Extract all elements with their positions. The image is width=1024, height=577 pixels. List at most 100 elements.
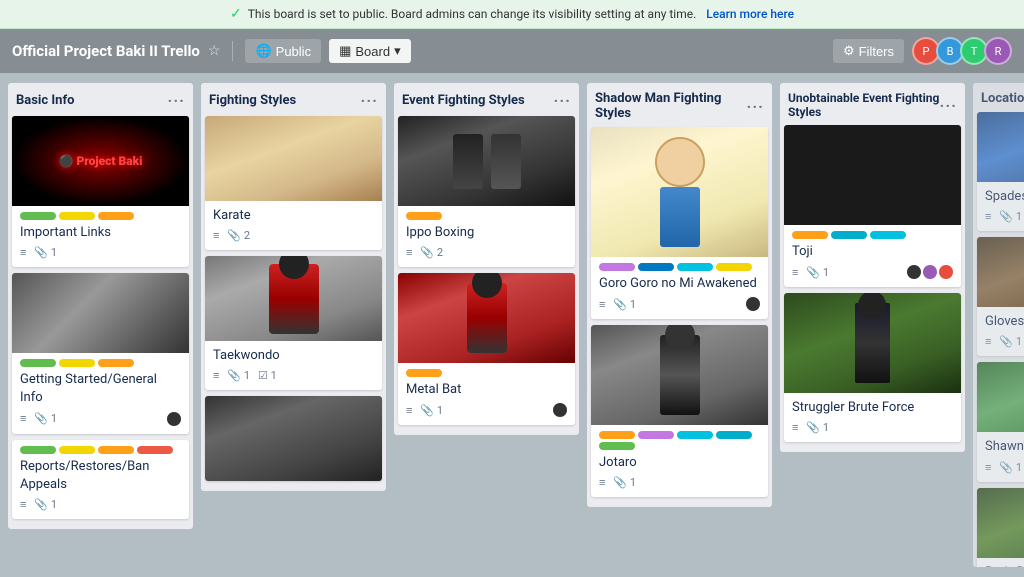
label-green [20, 212, 56, 220]
column-header: Locations/Imp [973, 83, 1024, 112]
dot-indicator [907, 265, 921, 279]
card-struggler[interactable]: Struggler Brute Force ≡ 📎 1 [784, 293, 961, 442]
card-ippo-boxing[interactable]: Ippo Boxing ≡ 📎 2 [398, 116, 575, 267]
card-jotaro[interactable]: Jotaro ≡ 📎 1 [591, 325, 768, 497]
column-unobtainable: Unobtainable Event Fighting Styles ··· T… [780, 83, 965, 452]
card-title: Toji [792, 243, 953, 261]
board-label: Board [355, 44, 390, 59]
attach-count: 📎 2 [227, 229, 250, 242]
attach-count: 📎 1 [999, 210, 1022, 223]
globe-icon: 🌐 [255, 43, 271, 59]
column-fighting-styles: Fighting Styles ··· Karate ≡ 📎 2 [201, 83, 386, 491]
description-icon: ≡ [792, 421, 798, 434]
description-icon: ≡ [20, 498, 26, 511]
learn-more-link[interactable]: Learn more here [706, 7, 794, 21]
description-icon: ≡ [20, 412, 26, 425]
label-purple [638, 431, 674, 439]
attach-count: 📎 1 [613, 298, 636, 311]
column-body: Toji ≡ 📎 1 [780, 125, 965, 452]
card-title: Metal Bat [406, 381, 567, 399]
description-icon: ≡ [599, 476, 605, 489]
card-taekwondo[interactable]: Taekwondo ≡ 📎 1 ☑ 1 [205, 256, 382, 390]
visibility-label: Public [276, 44, 311, 59]
column-event-fighting: Event Fighting Styles ··· Ippo Boxing [394, 83, 579, 435]
checklist-count: ☑ 1 [258, 369, 277, 382]
card-project-baki[interactable]: ⚫ Project Baki Important Links ≡ 📎 1 [12, 116, 189, 267]
description-icon: ≡ [985, 461, 991, 474]
label-green [20, 446, 56, 454]
label-teal [677, 263, 713, 271]
board-view-button[interactable]: ▦ Board ▾ [329, 39, 411, 63]
label-green [599, 442, 635, 450]
attach-icon: 📎 1 [34, 246, 57, 259]
description-icon: ≡ [985, 335, 991, 348]
card-pots-romania[interactable]: Pot's Romania... ≡ 📎 1 [977, 488, 1024, 567]
card-title: Ippo Boxing [406, 224, 567, 242]
label-yellow [59, 212, 95, 220]
card-title: Gloves N' Glo... [985, 313, 1024, 331]
card-title: Struggler Brute Force [792, 399, 953, 417]
label-orange [406, 369, 442, 377]
dot-indicator [923, 265, 937, 279]
column-title: Event Fighting Styles [402, 93, 525, 108]
dot-indicator [167, 412, 181, 426]
description-icon: ≡ [406, 246, 412, 259]
card-title: Important Links [20, 224, 181, 242]
card-fighting-3[interactable] [205, 396, 382, 481]
attach-count: 📎 1 [806, 266, 829, 279]
column-title: Basic Info [16, 93, 74, 108]
card-title: Goro Goro no Mi Awakened [599, 275, 760, 293]
attach-count: 📎 1 [999, 335, 1022, 348]
column-menu-icon[interactable]: ··· [747, 97, 764, 116]
card-spades-gym[interactable]: Spades Gym ≡ 📎 1 [977, 112, 1024, 231]
board-icon: ▦ [339, 43, 351, 59]
card-reports[interactable]: Reports/Restores/Ban Appeals ≡ 📎 1 [12, 440, 189, 519]
description-icon: ≡ [792, 266, 798, 279]
attach-count: 📎 1 [227, 369, 250, 382]
description-icon: ≡ [406, 404, 412, 417]
avatar[interactable]: R [984, 37, 1012, 65]
card-getting-started[interactable]: Getting Started/General Info ≡ 📎 1 [12, 273, 189, 433]
filters-label: Filters [859, 44, 894, 59]
description-icon: ≡ [213, 229, 219, 242]
column-body: Spades Gym ≡ 📎 1 Gloves N' Glo... ≡ 📎 1 [973, 112, 1024, 567]
label-orange [98, 212, 134, 220]
card-goro-goro[interactable]: Goro Goro no Mi Awakened ≡ 📎 1 [591, 127, 768, 319]
column-menu-icon[interactable]: ··· [361, 91, 378, 110]
card-title: Jotaro [599, 454, 760, 472]
filter-icon: ⚙ [843, 43, 855, 59]
top-banner: ✓ This board is set to public. Board adm… [0, 0, 1024, 29]
attach-count: 📎 1 [420, 404, 443, 417]
visibility-button[interactable]: 🌐 Public [245, 39, 321, 63]
card-toji[interactable]: Toji ≡ 📎 1 [784, 125, 961, 287]
board-area: Basic Info ··· ⚫ Project Baki Important … [0, 73, 1024, 577]
description-icon: ≡ [213, 369, 219, 382]
column-title: Fighting Styles [209, 93, 296, 108]
label-orange [406, 212, 442, 220]
card-karate[interactable]: Karate ≡ 📎 2 [205, 116, 382, 250]
board-title: Official Project Baki II Trello [12, 42, 200, 60]
column-menu-icon[interactable]: ··· [554, 91, 571, 110]
label-orange [599, 431, 635, 439]
column-locations: Locations/Imp Spades Gym ≡ 📎 1 Gloves N'… [973, 83, 1024, 567]
description-icon: ≡ [985, 210, 991, 223]
card-title: Reports/Restores/Ban Appeals [20, 458, 181, 494]
label-sky [831, 231, 867, 239]
column-menu-icon[interactable]: ··· [940, 96, 957, 115]
card-gloves-n-glo[interactable]: Gloves N' Glo... ≡ 📎 1 [977, 237, 1024, 356]
column-header: Fighting Styles ··· [201, 83, 386, 116]
column-menu-icon[interactable]: ··· [168, 91, 185, 110]
column-header: Shadow Man Fighting Styles ··· [587, 83, 772, 127]
filters-button[interactable]: ⚙ Filters [833, 39, 904, 63]
label-yellow [59, 446, 95, 454]
star-icon[interactable]: ☆ [208, 43, 221, 59]
attach-count: 📎 1 [999, 461, 1022, 474]
attach-count: 📎 1 [806, 421, 829, 434]
card-shawns-brazil[interactable]: Shawn's Brazil... ≡ 📎 1 [977, 362, 1024, 481]
card-title: Shawn's Brazil... [985, 438, 1024, 456]
label-yellow [716, 263, 752, 271]
column-body: Karate ≡ 📎 2 Taekwondo ≡ [201, 116, 386, 491]
header: Official Project Baki II Trello ☆ 🌐 Publ… [0, 29, 1024, 73]
card-metal-bat[interactable]: Metal Bat ≡ 📎 1 [398, 273, 575, 425]
column-header: Unobtainable Event Fighting Styles ··· [780, 83, 965, 125]
